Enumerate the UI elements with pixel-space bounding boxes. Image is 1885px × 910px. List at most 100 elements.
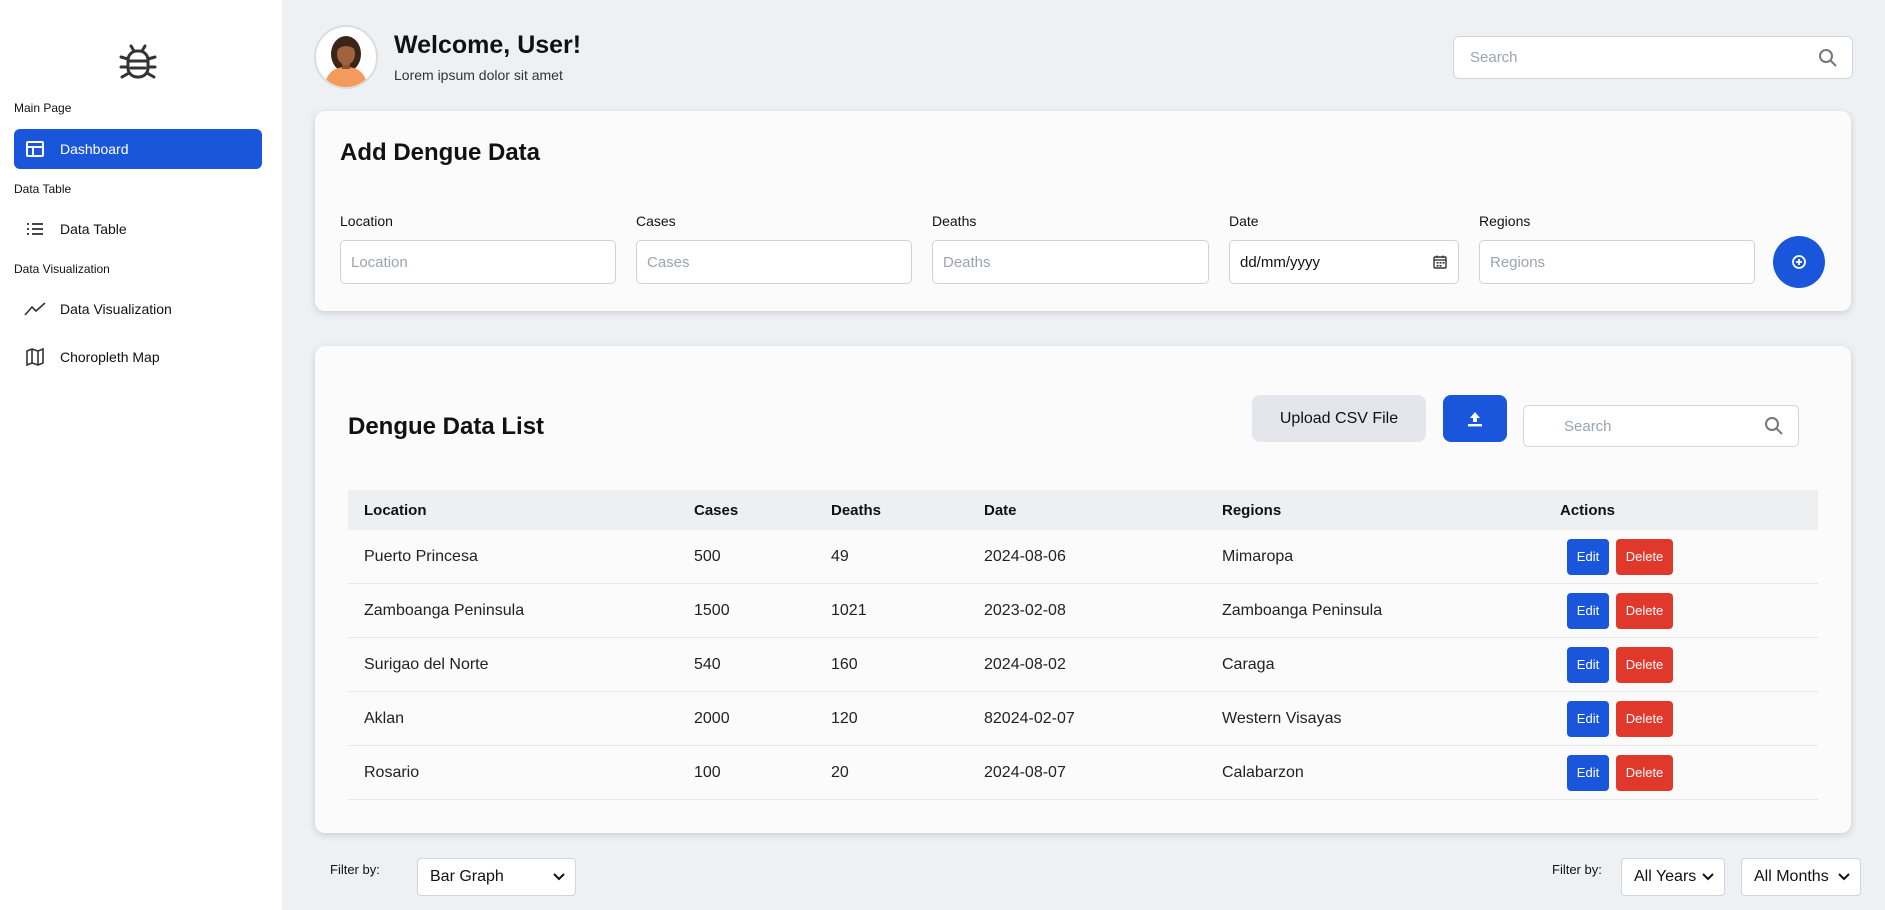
cell-deaths: 120 [831, 709, 858, 727]
deaths-label: Deaths [932, 213, 977, 229]
chart-type-value: Bar Graph [430, 868, 504, 885]
sidebar-item-label: Data Visualization [60, 301, 172, 317]
chevron-down-icon [1838, 873, 1850, 881]
edit-button[interactable]: Edit [1567, 592, 1609, 629]
edit-button[interactable]: Edit [1567, 538, 1609, 575]
cell-actions: Edit Delete [1560, 754, 1818, 791]
bug-logo-icon [119, 44, 157, 79]
section-label-table: Data Table [14, 182, 72, 196]
deaths-input[interactable] [932, 240, 1209, 284]
top-search-input[interactable] [1470, 49, 1818, 66]
table-row: Puerto Princesa 500 49 2024-08-06 Mimaro… [348, 530, 1818, 584]
add-data-card: Add Dengue Data Location Cases Deaths Da… [315, 111, 1851, 311]
cell-actions: Edit Delete [1560, 538, 1818, 575]
edit-button[interactable]: Edit [1567, 700, 1609, 737]
sidebar-item-dashboard[interactable]: Dashboard [14, 129, 262, 169]
table-row: Zamboanga Peninsula 1500 1021 2023-02-08… [348, 584, 1818, 638]
date-input-value: dd/mm/yyyy [1240, 253, 1321, 271]
month-select[interactable]: All Months [1741, 858, 1861, 896]
column-header-cases: Cases [694, 501, 739, 519]
sidebar-item-data-visualization[interactable]: Data Visualization [14, 289, 262, 329]
delete-button[interactable]: Delete [1616, 538, 1673, 575]
cell-deaths: 49 [831, 547, 849, 565]
cell-date: 82024-02-07 [984, 709, 1075, 727]
cell-location: Aklan [364, 709, 405, 727]
delete-button[interactable]: Delete [1616, 592, 1673, 629]
column-header-regions: Regions [1222, 501, 1282, 519]
top-search-box [1453, 36, 1853, 79]
location-input[interactable] [340, 240, 616, 284]
sidebar-item-data-table[interactable]: Data Table [14, 209, 262, 249]
delete-button[interactable]: Delete [1616, 754, 1673, 791]
cell-actions: Edit Delete [1560, 592, 1818, 629]
user-avatar-icon [324, 36, 368, 87]
year-select-value: All Years [1634, 868, 1697, 885]
regions-label: Regions [1479, 213, 1531, 229]
list-search-box [1523, 405, 1799, 447]
cell-region: Calabarzon [1222, 763, 1304, 781]
search-icon[interactable] [1764, 416, 1784, 436]
year-select[interactable]: All Years [1621, 858, 1725, 896]
chevron-down-icon [553, 873, 565, 881]
list-icon [24, 218, 46, 240]
column-header-actions: Actions [1560, 501, 1616, 519]
data-list-title: Dengue Data List [348, 413, 545, 440]
chart-type-select[interactable]: Bar Graph [417, 858, 576, 896]
table-header: Location Cases Deaths Date Regions Actio… [348, 490, 1818, 530]
plus-circle-icon [1792, 255, 1806, 269]
cell-date: 2024-08-06 [984, 547, 1066, 565]
cell-cases: 100 [694, 763, 721, 781]
cell-deaths: 20 [831, 763, 849, 781]
welcome-subtitle: Lorem ipsum dolor sit amet [394, 67, 563, 83]
edit-button[interactable]: Edit [1567, 646, 1609, 683]
cell-deaths: 160 [831, 655, 858, 673]
cell-region: Western Visayas [1222, 709, 1342, 727]
add-data-title: Add Dengue Data [340, 139, 541, 166]
list-search-input[interactable] [1564, 417, 1764, 435]
delete-button[interactable]: Delete [1616, 700, 1673, 737]
edit-button[interactable]: Edit [1567, 754, 1609, 791]
cell-date: 2024-08-02 [984, 655, 1066, 673]
cell-region: Zamboanga Peninsula [1222, 601, 1383, 619]
date-label: Date [1229, 213, 1259, 229]
table-row: Aklan 2000 120 82024-02-07 Western Visay… [348, 692, 1818, 746]
data-list-card: Dengue Data List Upload CSV File Locatio… [315, 346, 1851, 833]
dashboard-icon [24, 138, 46, 160]
cell-location: Surigao del Norte [364, 655, 489, 673]
cases-input[interactable] [636, 240, 912, 284]
delete-button[interactable]: Delete [1616, 646, 1673, 683]
date-filter-label: Filter by: [1552, 862, 1602, 877]
upload-csv-button[interactable]: Upload CSV File [1252, 395, 1426, 442]
cell-actions: Edit Delete [1560, 646, 1818, 683]
regions-input[interactable] [1479, 240, 1755, 284]
cell-cases: 540 [694, 655, 721, 673]
cell-location: Puerto Princesa [364, 547, 478, 565]
search-icon[interactable] [1818, 48, 1838, 68]
calendar-icon[interactable] [1432, 254, 1448, 270]
cell-cases: 2000 [694, 709, 730, 727]
sidebar-item-label: Dashboard [60, 141, 129, 157]
add-data-button[interactable] [1773, 236, 1825, 288]
cell-location: Rosario [364, 763, 420, 781]
avatar[interactable] [314, 25, 378, 89]
sidebar-item-choropleth-map[interactable]: Choropleth Map [14, 337, 262, 377]
date-input[interactable]: dd/mm/yyyy [1229, 240, 1459, 284]
sidebar: Main Page Dashboard Data Table Data Tabl… [0, 0, 282, 910]
table-row: Rosario 100 20 2024-08-07 Calabarzon Edi… [348, 746, 1818, 800]
sidebar-item-label: Choropleth Map [60, 349, 160, 365]
cell-region: Caraga [1222, 655, 1275, 673]
cell-cases: 1500 [694, 601, 730, 619]
upload-button[interactable] [1443, 395, 1507, 442]
line-chart-icon [24, 298, 46, 320]
welcome-title: Welcome, User! [394, 31, 582, 59]
data-table: Location Cases Deaths Date Regions Actio… [348, 490, 1818, 800]
column-header-location: Location [364, 501, 427, 519]
chevron-down-icon [1702, 873, 1714, 881]
cell-region: Mimaropa [1222, 547, 1294, 565]
cell-actions: Edit Delete [1560, 700, 1818, 737]
upload-icon [1468, 411, 1482, 426]
cell-deaths: 1021 [831, 601, 867, 619]
cell-date: 2023-02-08 [984, 601, 1066, 619]
map-icon [24, 346, 46, 368]
chart-filter-label: Filter by: [330, 862, 380, 877]
